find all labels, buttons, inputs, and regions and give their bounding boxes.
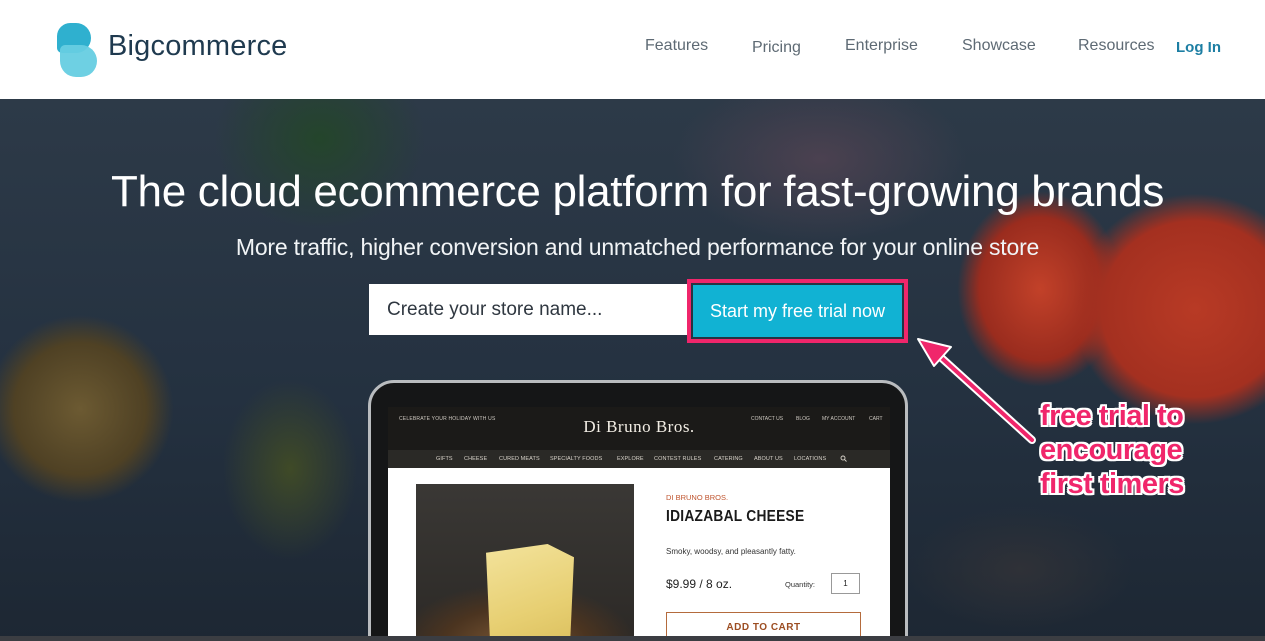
hero-title: The cloud ecommerce platform for fast-gr…	[110, 167, 1165, 216]
nav-features[interactable]: Features	[645, 37, 708, 55]
product-name: IDIAZABAL CHEESE	[666, 508, 805, 525]
bigcommerce-logo-icon[interactable]	[57, 23, 97, 77]
nav-showcase[interactable]: Showcase	[962, 37, 1036, 55]
nav-enterprise[interactable]: Enterprise	[845, 37, 918, 55]
nav-pricing[interactable]: Pricing	[752, 39, 801, 57]
store-name-input[interactable]	[369, 284, 691, 335]
annotation-line-1: free trial to	[1040, 400, 1184, 432]
mockup-navbar: GIFTS CHEESE CURED MEATS SPECIALTY FOODS…	[388, 450, 890, 468]
mockup-store-brand: Di Bruno Bros.	[583, 417, 695, 436]
quantity-field: 1	[831, 573, 860, 594]
annotation-line-2: encourage	[1040, 434, 1183, 466]
product-vendor: DI BRUNO BROS.	[666, 493, 729, 502]
cheese-wedge	[486, 544, 574, 641]
mockup-nav-about-us: ABOUT US	[754, 456, 783, 462]
product-image	[416, 484, 634, 641]
mockup-cart-link: CART	[869, 416, 883, 422]
hero-subtitle: More traffic, higher conversion and unma…	[235, 234, 1040, 260]
laptop-mockup: CELEBRATE YOUR HOLIDAY WITH US Di Bruno …	[368, 380, 908, 641]
annotation-line-3: first timers	[1040, 468, 1184, 500]
mockup-nav-explore: EXPLORE	[617, 456, 644, 462]
hero-section: The cloud ecommerce platform for fast-gr…	[0, 99, 1265, 641]
brand-name[interactable]: Bigcommerce	[108, 30, 287, 63]
mockup-nav-cured-meats: CURED MEATS	[499, 456, 540, 462]
mockup-contact-link: CONTACT US	[751, 416, 784, 422]
nav-resources[interactable]: Resources	[1078, 37, 1154, 55]
quantity-label: Quantity:	[785, 580, 816, 589]
mockup-nav-locations: LOCATIONS	[794, 456, 827, 462]
mockup-nav-gifts: GIFTS	[436, 456, 453, 462]
search-icon	[840, 455, 847, 462]
product-description: Smoky, woodsy, and pleasantly fatty.	[666, 547, 796, 556]
product-price: $9.99 / 8 oz.	[666, 577, 733, 591]
site-header: Bigcommerce Features Pricing Enterprise …	[0, 0, 1265, 99]
annotation-note: free trial to encourage first timers	[1040, 399, 1184, 501]
start-free-trial-button[interactable]: Start my free trial now	[693, 285, 902, 337]
logo-shape-bottom	[60, 45, 97, 77]
bottom-strip	[0, 636, 1265, 641]
mockup-nav-catering: CATERING	[714, 456, 743, 462]
mockup-nav-contest-rules: CONTEST RULES	[654, 456, 702, 462]
mockup-topbar: CELEBRATE YOUR HOLIDAY WITH US Di Bruno …	[388, 407, 890, 450]
laptop-screen: CELEBRATE YOUR HOLIDAY WITH US Di Bruno …	[388, 407, 890, 641]
mockup-account-link: MY ACCOUNT	[822, 416, 856, 422]
mockup-nav-specialty-foods: SPECIALTY FOODS	[550, 456, 603, 462]
mockup-blog-link: BLOG	[796, 416, 810, 422]
mockup-nav-cheese: CHEESE	[464, 456, 488, 462]
login-link[interactable]: Log In	[1176, 39, 1221, 56]
